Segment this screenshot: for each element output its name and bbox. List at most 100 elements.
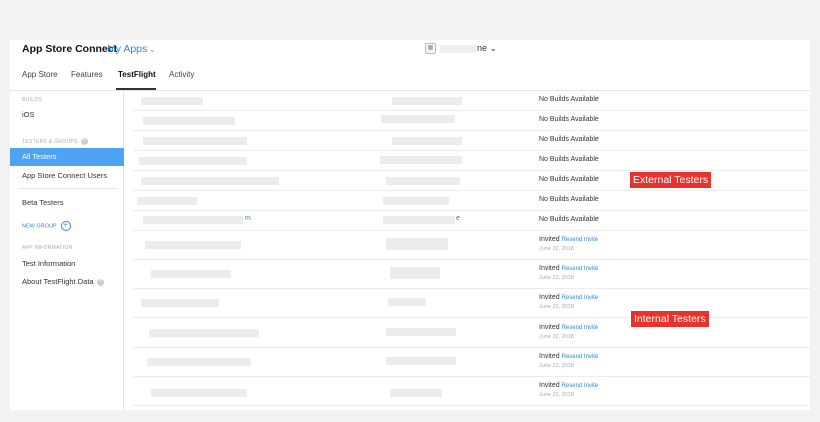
redacted-name — [143, 216, 243, 224]
resend-invite-link[interactable]: Resend Invite — [562, 354, 599, 360]
status-text: No Builds Available — [539, 136, 599, 143]
sidebar-item-label: All Testers — [22, 152, 57, 161]
app-icon[interactable]: ▦ — [425, 43, 436, 54]
tab-bar: App Store Features TestFlight Activity — [10, 60, 810, 91]
tab-app-store[interactable]: App Store — [22, 70, 58, 79]
table-row[interactable]: Invited Resend Invite June 22, 2018 — [133, 231, 810, 260]
invite-date: June 22, 2018 — [539, 246, 574, 252]
brand-title: App Store Connect — [22, 43, 118, 55]
status-text: Invited Resend Invite — [539, 382, 598, 389]
new-group-label: NEW GROUP — [22, 223, 57, 230]
table-row[interactable]: No Builds Available — [133, 111, 810, 131]
table-row[interactable]: No Builds Available — [133, 131, 810, 151]
help-icon[interactable]: ? — [96, 278, 104, 286]
status-label: Invited — [539, 236, 560, 243]
col2-text: e — [456, 215, 460, 222]
table-row[interactable]: Invited Resend Invite June 22, 2018 — [133, 377, 810, 406]
app-name-suffix: ne — [477, 43, 488, 53]
sidebar-divider — [20, 188, 116, 189]
status-label: Invited — [539, 294, 560, 301]
redacted-name — [137, 197, 197, 205]
redacted-name — [139, 157, 247, 165]
plus-circle-icon: + — [60, 221, 71, 231]
redacted-email — [392, 137, 462, 145]
invite-date: June 22, 2018 — [539, 334, 574, 340]
my-apps-menu[interactable]: My Apps ⌄ — [107, 43, 155, 55]
invite-date: June 22, 2018 — [539, 363, 574, 369]
redacted-name — [151, 389, 247, 397]
app-name-redacted — [440, 45, 476, 53]
resend-invite-link[interactable]: Resend Invite — [562, 383, 599, 389]
chevron-down-icon: ⌄ — [489, 43, 498, 53]
redacted-name — [147, 358, 251, 366]
redacted-email — [381, 115, 455, 123]
sidebar-item-label: About TestFlight Data — [22, 277, 94, 286]
status-text: Invited Resend Invite — [539, 265, 598, 272]
tab-activity[interactable]: Activity — [169, 70, 194, 79]
redacted-email — [380, 156, 462, 164]
status-label: Invited — [539, 324, 560, 331]
status-text: No Builds Available — [539, 176, 599, 183]
invite-date: June 22, 2018 — [539, 275, 574, 281]
status-text: No Builds Available — [539, 96, 599, 103]
resend-invite-link[interactable]: Resend Invite — [562, 266, 599, 272]
sidebar-item-beta-testers[interactable]: Beta Testers — [22, 198, 64, 207]
sidebar-item-about-data[interactable]: About TestFlight Data? — [22, 277, 104, 286]
redacted-email — [386, 357, 456, 365]
app-window: App Store Connect My Apps ⌄ ▦ ne ⌄ App St… — [10, 40, 810, 410]
redacted-name — [141, 97, 203, 105]
redacted-name — [149, 329, 259, 337]
redacted-email — [383, 197, 449, 205]
redacted-email — [392, 97, 462, 105]
sidebar: BUILDS iOS TESTERS & GROUPS? All Testers… — [10, 91, 124, 410]
chevron-down-icon: ⌄ — [149, 47, 156, 54]
redacted-email — [386, 328, 456, 336]
table-row[interactable]: No Builds Available — [133, 91, 810, 111]
status-label: Invited — [539, 265, 560, 272]
redacted-email — [388, 298, 426, 306]
table-row[interactable]: No Builds Available — [133, 191, 810, 211]
redacted-name — [151, 270, 231, 278]
redacted-email — [386, 238, 448, 250]
sidebar-header-testers: TESTERS & GROUPS? — [22, 138, 88, 145]
redacted-email — [390, 267, 440, 279]
sidebar-item-asc-users[interactable]: App Store Connect Users — [22, 171, 107, 180]
active-tab-indicator — [116, 88, 156, 90]
sidebar-item-test-information[interactable]: Test Information — [22, 259, 75, 268]
external-testers-annotation: External Testers — [630, 172, 712, 188]
redacted-email — [386, 177, 460, 185]
status-text: Invited Resend Invite — [539, 324, 598, 331]
top-bar: App Store Connect My Apps ⌄ ▦ ne ⌄ — [10, 40, 810, 60]
sidebar-item-all-testers[interactable]: All Testers — [10, 148, 124, 166]
sidebar-header-builds: BUILDS — [22, 97, 42, 103]
redacted-name — [141, 177, 279, 185]
status-text: Invited Resend Invite — [539, 353, 598, 360]
app-name-menu[interactable]: ne ⌄ — [477, 43, 497, 54]
status-text: No Builds Available — [539, 156, 599, 163]
new-group-button[interactable]: NEW GROUP + — [22, 221, 71, 231]
table-row[interactable]: Invited Resend Invite June 22, 2018 — [133, 348, 810, 377]
status-text: No Builds Available — [539, 116, 599, 123]
tab-features[interactable]: Features — [71, 70, 103, 79]
email-link[interactable]: m — [245, 215, 251, 222]
status-text: No Builds Available — [539, 216, 599, 223]
resend-invite-link[interactable]: Resend Invite — [562, 237, 599, 243]
redacted-email — [383, 216, 455, 224]
redacted-name — [143, 117, 235, 125]
status-label: Invited — [539, 382, 560, 389]
help-icon[interactable]: ? — [80, 138, 88, 145]
sidebar-item-ios[interactable]: iOS — [22, 110, 35, 119]
status-text: Invited Resend Invite — [539, 236, 598, 243]
table-row[interactable]: Invited Resend Invite June 22, 2018 — [133, 260, 810, 289]
table-row[interactable]: No Builds Available — [133, 151, 810, 171]
resend-invite-link[interactable]: Resend Invite — [562, 295, 599, 301]
sidebar-header-testers-label: TESTERS & GROUPS — [22, 138, 78, 145]
redacted-email — [390, 389, 442, 397]
table-row[interactable]: m e No Builds Available — [133, 211, 810, 231]
tab-testflight[interactable]: TestFlight — [118, 70, 156, 79]
resend-invite-link[interactable]: Resend Invite — [562, 325, 599, 331]
sidebar-header-app-information: APP INFORMATION — [22, 245, 73, 251]
my-apps-label: My Apps — [107, 43, 148, 55]
status-label: Invited — [539, 353, 560, 360]
redacted-name — [141, 299, 219, 307]
